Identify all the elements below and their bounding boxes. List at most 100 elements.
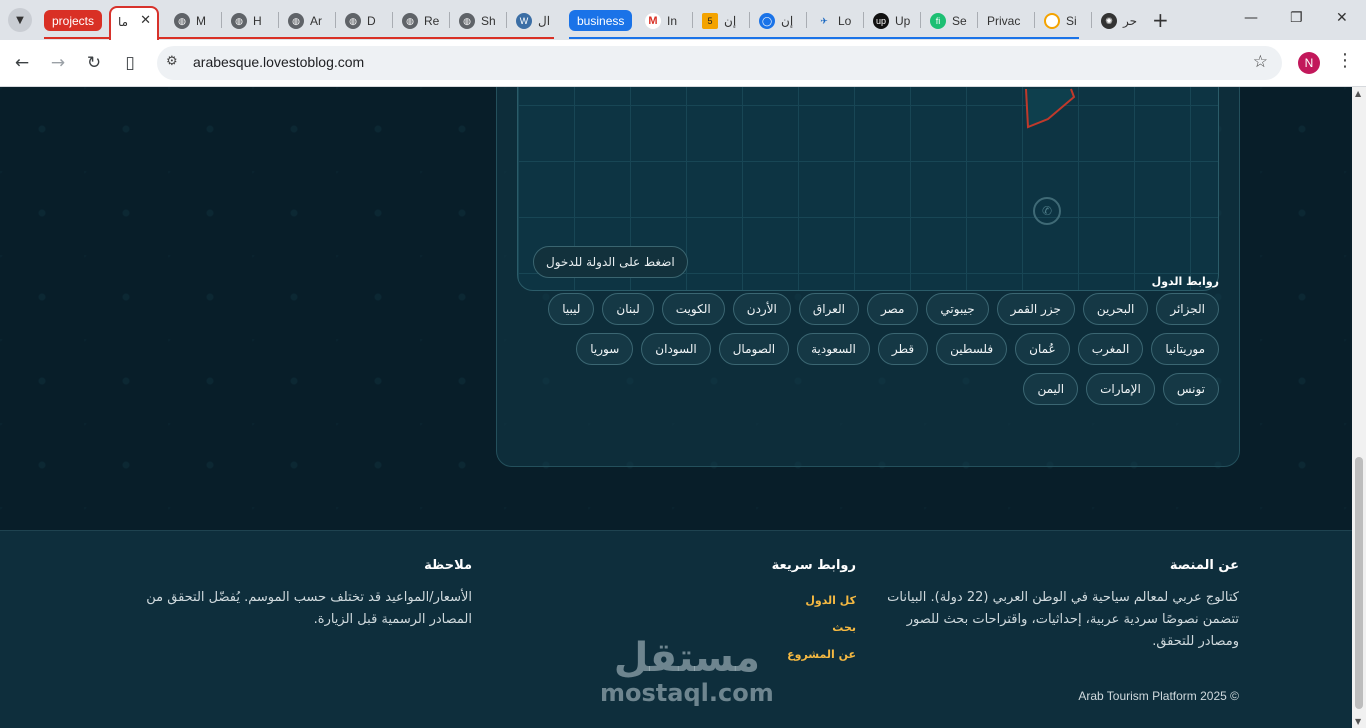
- country-chip[interactable]: البحرين: [1082, 293, 1149, 325]
- country-chip[interactable]: المغرب: [1077, 333, 1144, 365]
- minimize-icon[interactable]: —: [1244, 10, 1258, 26]
- country-chip[interactable]: الكويت: [661, 293, 725, 325]
- country-chip[interactable]: الجزائر: [1156, 293, 1219, 325]
- site-info-icon[interactable]: ⚙: [166, 54, 178, 69]
- bookmark-star-icon[interactable]: ☆: [1253, 52, 1268, 72]
- country-chip[interactable]: فلسطين: [936, 333, 1008, 365]
- wordpress-icon: W: [516, 13, 532, 29]
- menu-icon[interactable]: ⋮: [1336, 50, 1354, 71]
- tab-title: ال: [538, 14, 551, 28]
- footer-note: ملاحظة الأسعار/المواعيد قد تختلف حسب الم…: [112, 558, 472, 631]
- country-chip[interactable]: قطر: [877, 333, 929, 365]
- profile-avatar[interactable]: N: [1298, 52, 1320, 74]
- tab-divider: [392, 12, 393, 28]
- tab-title: D: [367, 14, 376, 28]
- scroll-up-icon[interactable]: ▲: [1355, 89, 1361, 98]
- site-footer: عن المنصة كتالوج عربي لمعالم سياحية في ا…: [0, 530, 1352, 728]
- phone-icon[interactable]: ✆: [1033, 197, 1061, 225]
- circle-icon: ◯: [759, 13, 775, 29]
- ring-icon: [1044, 13, 1060, 29]
- close-window-icon[interactable]: ✕: [1336, 10, 1348, 26]
- tab-title: Re: [424, 14, 440, 28]
- tab[interactable]: ◍ Sh: [459, 7, 496, 35]
- tab[interactable]: 5 إن: [702, 7, 736, 35]
- country-chip[interactable]: اليمن: [1023, 373, 1079, 405]
- scroll-down-icon[interactable]: ▼: [1355, 717, 1361, 726]
- reading-mode-icon[interactable]: ▯: [117, 50, 143, 76]
- tab[interactable]: up Up: [873, 7, 910, 35]
- country-chip[interactable]: تونس: [1162, 373, 1219, 405]
- page-scrollbar[interactable]: ▲ ▼: [1352, 87, 1366, 728]
- tab-group-business[interactable]: business: [569, 10, 633, 31]
- scrollbar-thumb[interactable]: [1355, 457, 1363, 709]
- country-chip[interactable]: الأردن: [732, 293, 791, 325]
- globe-icon: ◍: [402, 13, 418, 29]
- map-hint-badge: اضغط على الدولة للدخول: [533, 246, 688, 278]
- back-icon[interactable]: ←: [9, 50, 35, 76]
- tab-divider: [449, 12, 450, 28]
- address-bar[interactable]: ⚙ arabesque.lovestoblog.com ☆: [157, 46, 1282, 80]
- country-chip[interactable]: موريتانيا: [1151, 333, 1219, 365]
- tab-title: Se: [952, 14, 967, 28]
- tab-title: Up: [895, 14, 911, 28]
- tab[interactable]: fi Se: [930, 7, 967, 35]
- tab[interactable]: ◍ D: [345, 7, 376, 35]
- country-chip[interactable]: السعودية: [797, 333, 870, 365]
- country-chip[interactable]: جيبوتي: [926, 293, 989, 325]
- footer-copyright: Arab Tourism Platform 2025 ©: [1078, 689, 1239, 703]
- tab[interactable]: ✺ حر: [1101, 7, 1137, 35]
- five-icon: 5: [702, 13, 718, 29]
- country-chip[interactable]: الإمارات: [1086, 373, 1155, 405]
- tab[interactable]: ◍ M: [174, 7, 206, 35]
- tab-search-button[interactable]: ▼: [8, 8, 32, 32]
- country-chip[interactable]: لبنان: [602, 293, 654, 325]
- globe-icon: ◍: [459, 13, 475, 29]
- gmail-icon: M: [645, 13, 661, 29]
- tab-title: In: [667, 14, 678, 28]
- url-text[interactable]: arabesque.lovestoblog.com: [193, 54, 364, 70]
- country-chip[interactable]: العراق: [798, 293, 859, 325]
- fiverr-icon: fi: [930, 13, 946, 29]
- footer-link-all-countries[interactable]: كل الدول: [656, 587, 856, 614]
- active-tab[interactable]: ما ✕: [109, 6, 159, 40]
- country-chip[interactable]: السودان: [641, 333, 711, 365]
- new-tab-button[interactable]: +: [1152, 8, 1169, 32]
- tab[interactable]: M In: [645, 7, 677, 35]
- tab[interactable]: Si: [1044, 7, 1077, 35]
- country-chips: الجزائر البحرين جزر القمر جيبوتي مصر الع…: [517, 293, 1219, 405]
- tab-group-underline-business: [569, 37, 1079, 39]
- country-chip[interactable]: الصومال: [718, 333, 790, 365]
- tab-title: H: [253, 14, 262, 28]
- tab[interactable]: W ال: [516, 7, 550, 35]
- tab-divider: [506, 12, 507, 28]
- tab[interactable]: ◍ H: [231, 7, 262, 35]
- tab-title: حر: [1123, 14, 1138, 28]
- mostaql-watermark: مستقل mostaql.com: [600, 636, 774, 706]
- restore-icon[interactable]: ❐: [1290, 10, 1303, 26]
- globe-icon: ◍: [345, 13, 361, 29]
- country-chip[interactable]: جزر القمر: [996, 293, 1075, 325]
- tab-strip: ▼ projects ما ✕ ◍ M ◍ H ◍ Ar ◍ D ◍ Re ◍ Sh W ال…: [0, 0, 1366, 40]
- tab-divider: [1091, 12, 1092, 28]
- forward-icon[interactable]: →: [45, 50, 71, 76]
- country-chip[interactable]: عُمان: [1015, 333, 1070, 365]
- tab[interactable]: ◍ Re: [402, 7, 439, 35]
- tab[interactable]: ◍ Ar: [288, 7, 322, 35]
- tab-divider: [692, 12, 693, 28]
- browser-toolbar: ← → ↻ ▯ ⚙ arabesque.lovestoblog.com ☆ N …: [0, 40, 1366, 87]
- tab-group-projects[interactable]: projects: [44, 10, 103, 31]
- tab[interactable]: ◯ إن: [759, 7, 793, 35]
- reload-icon[interactable]: ↻: [81, 50, 107, 76]
- close-tab-icon[interactable]: ✕: [140, 13, 151, 28]
- map-panel[interactable]: ✆ اضغط على الدولة للدخول: [517, 87, 1219, 291]
- countries-card: ✆ اضغط على الدولة للدخول روابط الدول الج…: [496, 87, 1240, 467]
- tab-divider: [1034, 12, 1035, 28]
- active-tab-title: ما: [118, 15, 129, 29]
- country-chip[interactable]: مصر: [866, 293, 919, 325]
- country-chip[interactable]: ليبيا: [548, 293, 595, 325]
- tab-title: M: [196, 14, 206, 28]
- page-viewport: ✆ اضغط على الدولة للدخول روابط الدول الج…: [0, 87, 1352, 728]
- tab[interactable]: ✈ Lo: [816, 7, 851, 35]
- country-chip[interactable]: سوريا: [576, 333, 634, 365]
- tab[interactable]: Privac: [987, 7, 1020, 35]
